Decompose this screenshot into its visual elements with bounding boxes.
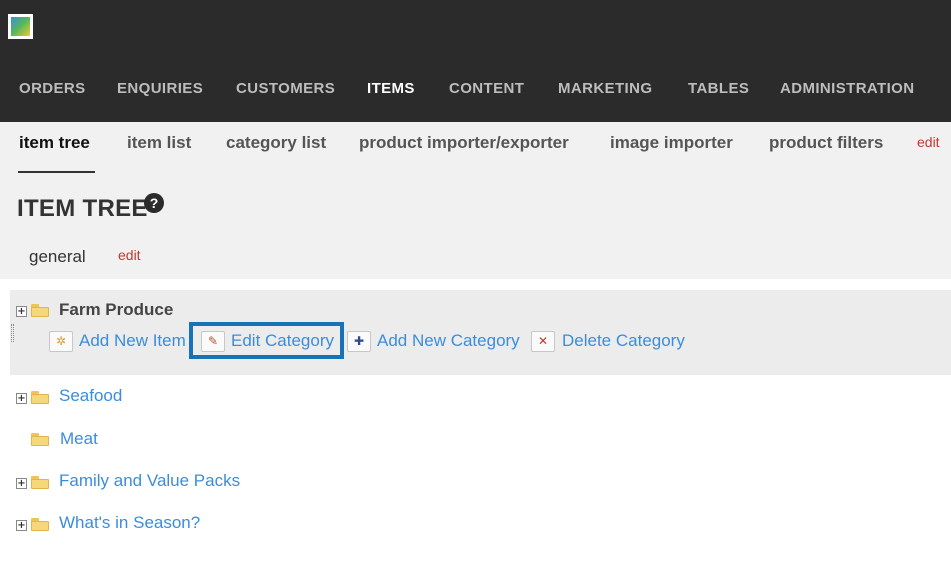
tree-node-family-and-value-packs[interactable]: Family and Value Packs <box>59 471 240 491</box>
plus-icon[interactable]: ✚ <box>347 331 371 352</box>
tree-node-farm-produce[interactable]: Farm Produce <box>59 300 173 320</box>
expand-icon[interactable]: + <box>16 306 27 317</box>
tab-item-tree[interactable]: item tree <box>19 133 90 153</box>
folder-icon <box>31 391 49 404</box>
general-edit-link[interactable]: edit <box>118 247 141 263</box>
delete-category-link[interactable]: Delete Category <box>562 331 685 351</box>
expand-icon[interactable]: + <box>16 520 27 531</box>
site-logo-icon[interactable] <box>8 14 33 39</box>
nav-content[interactable]: CONTENT <box>449 80 524 97</box>
add-new-item-link[interactable]: Add New Item <box>79 331 186 351</box>
tab-item-list[interactable]: item list <box>127 133 191 153</box>
folder-icon <box>31 304 49 317</box>
add-item-icon[interactable]: ✲ <box>49 331 73 352</box>
tree-node-whats-in-season[interactable]: What's in Season? <box>59 513 200 533</box>
subnav-edit-link[interactable]: edit <box>917 134 940 150</box>
tab-product-importer-exporter[interactable]: product importer/exporter <box>359 133 569 153</box>
active-tab-underline <box>18 171 95 173</box>
main-nav: ORDERS ENQUIRIES CUSTOMERS ITEMS CONTENT… <box>0 80 951 104</box>
expand-icon[interactable]: + <box>16 478 27 489</box>
tab-product-filters[interactable]: product filters <box>769 133 883 153</box>
nav-marketing[interactable]: MARKETING <box>558 80 652 97</box>
delete-x-icon[interactable]: ✕ <box>531 331 555 352</box>
nav-customers[interactable]: CUSTOMERS <box>236 80 335 97</box>
drag-handle[interactable] <box>11 324 14 342</box>
nav-items[interactable]: ITEMS <box>367 80 415 97</box>
nav-tables[interactable]: TABLES <box>688 80 749 97</box>
help-icon[interactable]: ? <box>144 193 164 213</box>
tree-node-meat[interactable]: Meat <box>60 429 98 449</box>
folder-icon <box>31 476 49 489</box>
tree-node-seafood[interactable]: Seafood <box>59 386 122 406</box>
expand-icon[interactable]: + <box>16 393 27 404</box>
page-title: ITEM TREE <box>17 195 148 222</box>
edit-category-highlight <box>189 322 344 359</box>
nav-enquiries[interactable]: ENQUIRIES <box>117 80 203 97</box>
tab-category-list[interactable]: category list <box>226 133 326 153</box>
add-new-category-link[interactable]: Add New Category <box>377 331 520 351</box>
folder-icon <box>31 518 49 531</box>
nav-orders[interactable]: ORDERS <box>19 80 86 97</box>
nav-administration[interactable]: ADMINISTRATION <box>780 80 914 97</box>
tab-image-importer[interactable]: image importer <box>610 133 733 153</box>
folder-icon <box>31 433 49 446</box>
tab-general[interactable]: general <box>29 247 86 267</box>
